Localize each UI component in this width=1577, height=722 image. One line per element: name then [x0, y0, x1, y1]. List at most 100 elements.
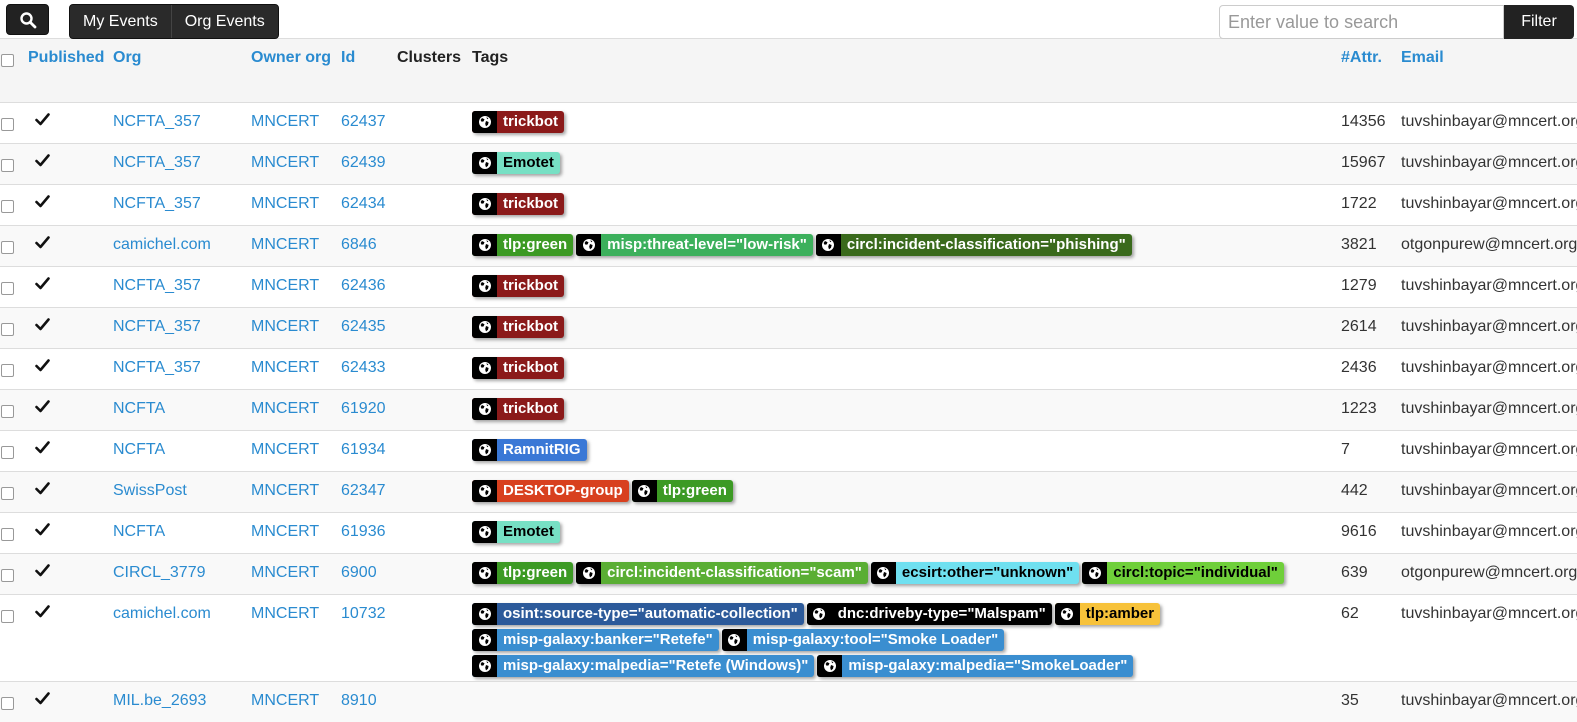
published-cell	[28, 226, 113, 267]
tag-chip[interactable]: trickbot	[472, 357, 564, 379]
event-id-link[interactable]: 8910	[341, 682, 397, 722]
tag-chip[interactable]: ecsirt:other="unknown"	[871, 562, 1079, 584]
tag-chip[interactable]: circl:incident-classification="scam"	[576, 562, 868, 584]
tag-label: osint:source-type="automatic-collection"	[497, 603, 804, 625]
attr-count: 2436	[1341, 349, 1401, 390]
tag-chip[interactable]: osint:source-type="automatic-collection"	[472, 603, 804, 625]
tag-chip[interactable]: misp-galaxy:tool="Smoke Loader"	[722, 629, 1005, 651]
tag-chip[interactable]: circl:topic="individual"	[1082, 562, 1284, 584]
event-id-link[interactable]: 62434	[341, 185, 397, 226]
owner-org-link[interactable]: MNCERT	[251, 390, 341, 431]
tag-chip[interactable]: tlp:green	[632, 480, 733, 502]
event-id-link[interactable]: 6846	[341, 226, 397, 267]
tag-chip[interactable]: trickbot	[472, 316, 564, 338]
tag-chip[interactable]: dnc:driveby-type="Malspam"	[807, 603, 1052, 625]
org-link[interactable]: SwissPost	[113, 472, 251, 513]
org-link[interactable]: NCFTA_357	[113, 267, 251, 308]
event-id-link[interactable]: 6900	[341, 554, 397, 595]
my-events-button[interactable]: My Events	[70, 5, 171, 38]
tag-chip[interactable]: circl:incident-classification="phishing"	[816, 234, 1132, 256]
select-all-checkbox[interactable]	[1, 54, 14, 67]
globe-icon	[472, 193, 497, 215]
tag-chip[interactable]: RamnitRIG	[472, 439, 587, 461]
tag-chip[interactable]: trickbot	[472, 111, 564, 133]
event-id-link[interactable]: 62435	[341, 308, 397, 349]
event-id-link[interactable]: 61934	[341, 431, 397, 472]
tag-chip[interactable]: tlp:green	[472, 234, 573, 256]
owner-org-link[interactable]: MNCERT	[251, 431, 341, 472]
event-id-link[interactable]: 10732	[341, 595, 397, 682]
owner-org-link[interactable]: MNCERT	[251, 554, 341, 595]
org-link[interactable]: MIL.be_2693	[113, 682, 251, 722]
org-link[interactable]: NCFTA_357	[113, 185, 251, 226]
tag-chip[interactable]: DESKTOP-group	[472, 480, 629, 502]
row-checkbox[interactable]	[1, 282, 14, 295]
row-checkbox[interactable]	[1, 323, 14, 336]
org-link[interactable]: NCFTA	[113, 431, 251, 472]
row-checkbox[interactable]	[1, 610, 14, 623]
tag-chip[interactable]: misp-galaxy:malpedia="SmokeLoader"	[817, 655, 1133, 677]
event-id-link[interactable]: 62436	[341, 267, 397, 308]
row-checkbox[interactable]	[1, 487, 14, 500]
tag-line: osint:source-type="automatic-collection"…	[472, 603, 1341, 629]
tag-chip[interactable]: tlp:amber	[1055, 603, 1160, 625]
row-checkbox[interactable]	[1, 405, 14, 418]
tag-chip[interactable]: trickbot	[472, 275, 564, 297]
col-published[interactable]: Published	[28, 39, 113, 103]
owner-org-link[interactable]: MNCERT	[251, 308, 341, 349]
row-checkbox[interactable]	[1, 159, 14, 172]
col-email[interactable]: Email	[1401, 39, 1577, 103]
event-id-link[interactable]: 61920	[341, 390, 397, 431]
published-cell	[28, 682, 113, 722]
event-id-link[interactable]: 62437	[341, 103, 397, 144]
tag-chip[interactable]: misp-galaxy:malpedia="Retefe (Windows)"	[472, 655, 814, 677]
filter-button[interactable]: Filter	[1504, 5, 1574, 39]
owner-org-link[interactable]: MNCERT	[251, 226, 341, 267]
owner-org-link[interactable]: MNCERT	[251, 185, 341, 226]
org-link[interactable]: NCFTA_357	[113, 103, 251, 144]
row-select-cell	[0, 431, 28, 472]
col-id[interactable]: Id	[341, 39, 397, 103]
col-attr-count[interactable]: #Attr.	[1341, 39, 1401, 103]
org-events-button[interactable]: Org Events	[171, 5, 278, 38]
tag-chip[interactable]: Emotet	[472, 152, 560, 174]
owner-org-link[interactable]: MNCERT	[251, 472, 341, 513]
tag-chip[interactable]: Emotet	[472, 521, 560, 543]
row-checkbox[interactable]	[1, 528, 14, 541]
tag-chip[interactable]: trickbot	[472, 398, 564, 420]
row-checkbox[interactable]	[1, 241, 14, 254]
org-link[interactable]: NCFTA_357	[113, 144, 251, 185]
org-link[interactable]: camichel.com	[113, 226, 251, 267]
row-checkbox[interactable]	[1, 364, 14, 377]
owner-org-link[interactable]: MNCERT	[251, 682, 341, 722]
row-checkbox[interactable]	[1, 118, 14, 131]
owner-org-link[interactable]: MNCERT	[251, 103, 341, 144]
event-id-link[interactable]: 62439	[341, 144, 397, 185]
org-link[interactable]: CIRCL_3779	[113, 554, 251, 595]
event-id-link[interactable]: 61936	[341, 513, 397, 554]
row-checkbox[interactable]	[1, 446, 14, 459]
org-link[interactable]: NCFTA_357	[113, 308, 251, 349]
org-link[interactable]: NCFTA_357	[113, 349, 251, 390]
event-id-link[interactable]: 62347	[341, 472, 397, 513]
owner-org-link[interactable]: MNCERT	[251, 267, 341, 308]
row-checkbox[interactable]	[1, 200, 14, 213]
owner-org-link[interactable]: MNCERT	[251, 513, 341, 554]
owner-org-link[interactable]: MNCERT	[251, 595, 341, 682]
owner-org-link[interactable]: MNCERT	[251, 349, 341, 390]
search-input[interactable]	[1219, 5, 1504, 39]
org-link[interactable]: camichel.com	[113, 595, 251, 682]
org-link[interactable]: NCFTA	[113, 513, 251, 554]
tag-chip[interactable]: misp:threat-level="low-risk"	[576, 234, 813, 256]
search-toggle-button[interactable]	[6, 4, 49, 35]
row-checkbox[interactable]	[1, 569, 14, 582]
owner-org-link[interactable]: MNCERT	[251, 144, 341, 185]
email-cell: tuvshinbayar@mncert.org	[1401, 390, 1577, 431]
col-org[interactable]: Org	[113, 39, 251, 103]
tag-chip[interactable]: tlp:green	[472, 562, 573, 584]
org-link[interactable]: NCFTA	[113, 390, 251, 431]
event-id-link[interactable]: 62433	[341, 349, 397, 390]
tag-chip[interactable]: misp-galaxy:banker="Retefe"	[472, 629, 719, 651]
tag-chip[interactable]: trickbot	[472, 193, 564, 215]
col-owner-org[interactable]: Owner org	[251, 39, 341, 103]
